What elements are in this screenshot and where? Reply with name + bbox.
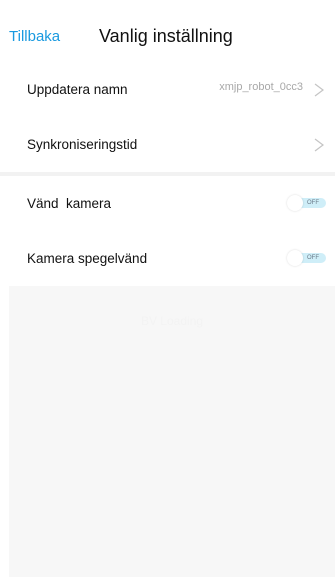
chevron-right-icon bbox=[314, 138, 324, 152]
device-name-value: xmjp_robot_0cc3 bbox=[219, 81, 303, 93]
bottom-panel: BV Loading bbox=[9, 286, 335, 577]
sync-time-row[interactable]: Synkroniseringstid bbox=[9, 117, 335, 172]
toggle-state-text: OFF bbox=[307, 255, 319, 261]
toggle-state-text: OFF bbox=[307, 200, 319, 206]
flip-camera-label: Vänd kamera bbox=[27, 196, 112, 211]
flip-camera-toggle[interactable]: OFF bbox=[287, 195, 327, 211]
sync-time-label: Synkroniseringstid bbox=[27, 137, 138, 152]
page-title: Vanlig inställning bbox=[99, 26, 233, 46]
settings-group-camera: Vänd kamera OFF Kamera spegelvänd OFF bbox=[9, 176, 335, 286]
settings-group-general: Uppdatera namn xmjp_robot_0cc3 Synkronis… bbox=[9, 62, 335, 172]
mirror-camera-toggle[interactable]: OFF bbox=[287, 250, 327, 266]
back-link[interactable]: Tillbaka bbox=[9, 28, 60, 46]
mirror-camera-label: Kamera spegelvänd bbox=[27, 251, 148, 266]
rename-label: Uppdatera namn bbox=[27, 82, 128, 97]
mirror-camera-row: Kamera spegelvänd OFF bbox=[9, 231, 335, 286]
rename-row[interactable]: Uppdatera namn xmjp_robot_0cc3 bbox=[9, 62, 335, 117]
toggle-knob bbox=[287, 195, 303, 211]
header-bar: Tillbaka Vanlig inställning bbox=[0, 0, 335, 62]
panel-faint-text: BV Loading bbox=[140, 314, 204, 328]
flip-camera-row: Vänd kamera OFF bbox=[9, 176, 335, 231]
chevron-right-icon bbox=[314, 83, 324, 97]
app-screen: Tillbaka Vanlig inställning Uppdatera na… bbox=[0, 0, 335, 577]
toggle-knob bbox=[287, 250, 303, 266]
